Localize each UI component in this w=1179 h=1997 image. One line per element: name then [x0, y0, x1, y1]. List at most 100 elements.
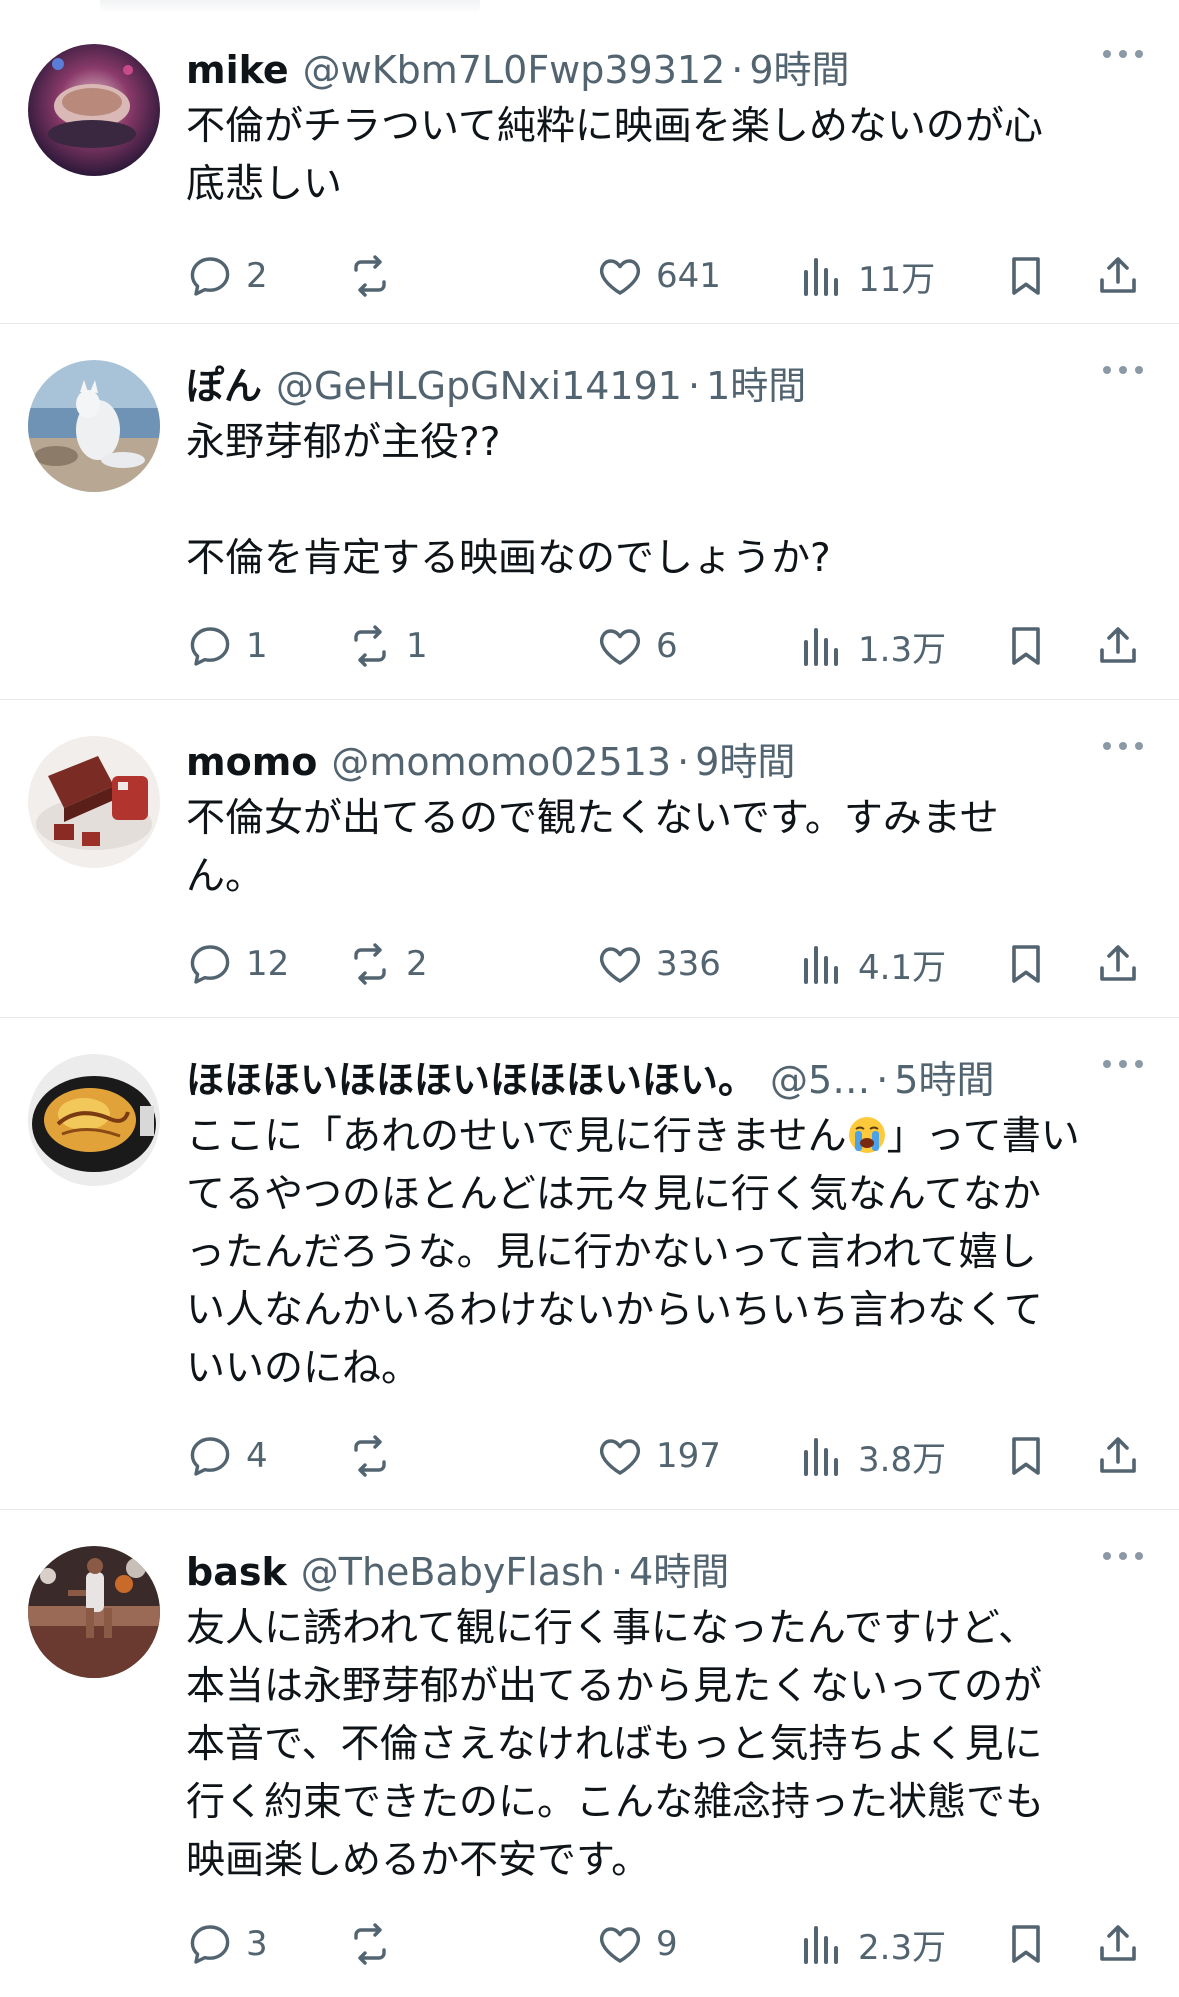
- more-icon[interactable]: [1103, 1060, 1143, 1068]
- reply-icon: [190, 257, 230, 296]
- post-text: ここに「あれのせいで見に行きません 」って書い てるやつのほとんどは元々見に行く気…: [186, 1108, 1149, 1398]
- bookmark-button[interactable]: [1002, 1914, 1050, 1974]
- post-header: momo @momomo02513 · 9時間: [186, 736, 1149, 788]
- repost-icon: [354, 625, 386, 667]
- views-count: 3.8万: [858, 1439, 947, 1480]
- views-count: 1.3万: [858, 629, 947, 670]
- like-button[interactable]: 641: [596, 246, 721, 306]
- reply-button[interactable]: 1: [186, 616, 268, 676]
- bookmark-icon: [1012, 1437, 1040, 1475]
- display-name[interactable]: mike: [186, 44, 289, 96]
- post-time[interactable]: 9時間: [695, 736, 795, 788]
- display-name[interactable]: bask: [186, 1546, 287, 1598]
- post-header: ぽん @GeHLGpGNxi14191 · 1時間: [186, 360, 1149, 412]
- reply-button[interactable]: 4: [186, 1426, 268, 1486]
- repost-icon: [354, 943, 386, 985]
- display-name[interactable]: momo: [186, 736, 317, 788]
- repost-button[interactable]: 1: [346, 616, 428, 676]
- user-handle[interactable]: @GeHLGpGNxi14191: [276, 360, 682, 412]
- repost-button[interactable]: [346, 1914, 406, 1974]
- like-count: 197: [656, 1436, 721, 1476]
- user-handle[interactable]: @wKbm7L0Fwp39312: [303, 44, 726, 96]
- views-button[interactable]: 11万: [798, 246, 935, 306]
- avatar[interactable]: [28, 1054, 160, 1186]
- loudly-crying-face-icon: [848, 1117, 885, 1153]
- repost-icon: [354, 255, 386, 297]
- user-handle[interactable]: @momomo02513: [331, 736, 671, 788]
- like-button[interactable]: 6: [596, 616, 678, 676]
- top-fade: [0, 0, 1179, 18]
- share-icon: [1100, 1437, 1136, 1473]
- share-icon: [1100, 945, 1136, 981]
- repost-button[interactable]: 2: [346, 934, 428, 994]
- reply-icon: [190, 1437, 230, 1476]
- repost-icon: [354, 1435, 386, 1477]
- repost-button[interactable]: [346, 1426, 406, 1486]
- repost-button[interactable]: [346, 246, 406, 306]
- share-button[interactable]: [1094, 1914, 1142, 1974]
- repost-count: 2: [406, 944, 428, 984]
- more-icon[interactable]: [1103, 366, 1143, 374]
- share-button[interactable]: [1094, 246, 1142, 306]
- post-time[interactable]: 4時間: [629, 1546, 729, 1598]
- post[interactable]: momo @momomo02513 · 9時間 不倫女が出てるので観たくないです…: [0, 700, 1179, 1018]
- reply-count: 2: [246, 256, 268, 296]
- like-icon: [599, 259, 641, 295]
- views-button[interactable]: 2.3万: [798, 1914, 946, 1974]
- avatar[interactable]: [28, 44, 160, 176]
- bookmark-button[interactable]: [1002, 934, 1050, 994]
- like-icon: [599, 1439, 641, 1475]
- views-icon: [804, 1438, 838, 1476]
- post[interactable]: ほほほいほほほいほほほいほい。 @5… · 5時間 ここに「あれのせいで見に行き…: [0, 1018, 1179, 1510]
- avatar[interactable]: [28, 736, 160, 868]
- bookmark-button[interactable]: [1002, 1426, 1050, 1486]
- user-handle[interactable]: @TheBabyFlash: [301, 1546, 605, 1598]
- bookmark-icon: [1012, 1925, 1040, 1963]
- post[interactable]: bask @TheBabyFlash · 4時間 友人に誘われて観に行く事になっ…: [0, 1510, 1179, 1997]
- views-button[interactable]: 1.3万: [798, 616, 946, 676]
- reply-button[interactable]: 2: [186, 246, 268, 306]
- post-text: 不倫女が出てるので観たくないです。すみませ ん。: [186, 796, 999, 899]
- views-count: 4.1万: [858, 947, 947, 988]
- display-name[interactable]: ほほほいほほほいほほほいほい。: [186, 1054, 756, 1106]
- repost-icon: [354, 1923, 386, 1965]
- post[interactable]: ぽん @GeHLGpGNxi14191 · 1時間 永野芽郁が主役?? 不倫を肯…: [0, 324, 1179, 700]
- like-button[interactable]: 336: [596, 934, 721, 994]
- post-header: mike @wKbm7L0Fwp39312 · 9時間: [186, 44, 1149, 96]
- display-name[interactable]: ぽん: [186, 360, 262, 412]
- avatar[interactable]: [28, 1546, 160, 1678]
- reply-count: 4: [246, 1436, 268, 1476]
- avatar[interactable]: [28, 360, 160, 492]
- post-text: 友人に誘われて観に行く事になったんですけど、 本当は永野芽郁が出てるから見たくな…: [186, 1606, 1045, 1883]
- reply-button[interactable]: 3: [186, 1914, 268, 1974]
- reply-count: 3: [246, 1924, 268, 1964]
- like-button[interactable]: 9: [596, 1914, 678, 1974]
- more-icon[interactable]: [1103, 1552, 1143, 1560]
- more-icon[interactable]: [1103, 50, 1143, 58]
- action-bar: 12 2 336 4.1万: [186, 934, 1146, 994]
- post-time[interactable]: 5時間: [894, 1054, 994, 1106]
- share-button[interactable]: [1094, 616, 1142, 676]
- post-time[interactable]: 9時間: [749, 44, 849, 96]
- bookmark-button[interactable]: [1002, 246, 1050, 306]
- user-handle[interactable]: @5…: [770, 1054, 870, 1106]
- views-button[interactable]: 4.1万: [798, 934, 946, 994]
- share-icon: [1100, 1925, 1136, 1961]
- post-time[interactable]: 1時間: [706, 360, 806, 412]
- separator-dot: ·: [731, 48, 744, 92]
- like-count: 336: [656, 944, 721, 984]
- views-button[interactable]: 3.8万: [798, 1426, 946, 1486]
- repost-count: 1: [406, 626, 428, 666]
- post[interactable]: mike @wKbm7L0Fwp39312 · 9時間 不倫がチラついて純粋に映…: [0, 18, 1179, 324]
- share-button[interactable]: [1094, 934, 1142, 994]
- more-icon[interactable]: [1103, 742, 1143, 750]
- bookmark-button[interactable]: [1002, 616, 1050, 676]
- like-button[interactable]: 197: [596, 1426, 721, 1486]
- views-count: 2.3万: [858, 1927, 947, 1968]
- like-count: 6: [656, 626, 678, 666]
- views-icon: [804, 1926, 838, 1964]
- share-button[interactable]: [1094, 1426, 1142, 1486]
- views-count: 11万: [858, 259, 936, 300]
- reply-button[interactable]: 12: [186, 934, 289, 994]
- action-bar: 2 641 11万: [186, 246, 1146, 306]
